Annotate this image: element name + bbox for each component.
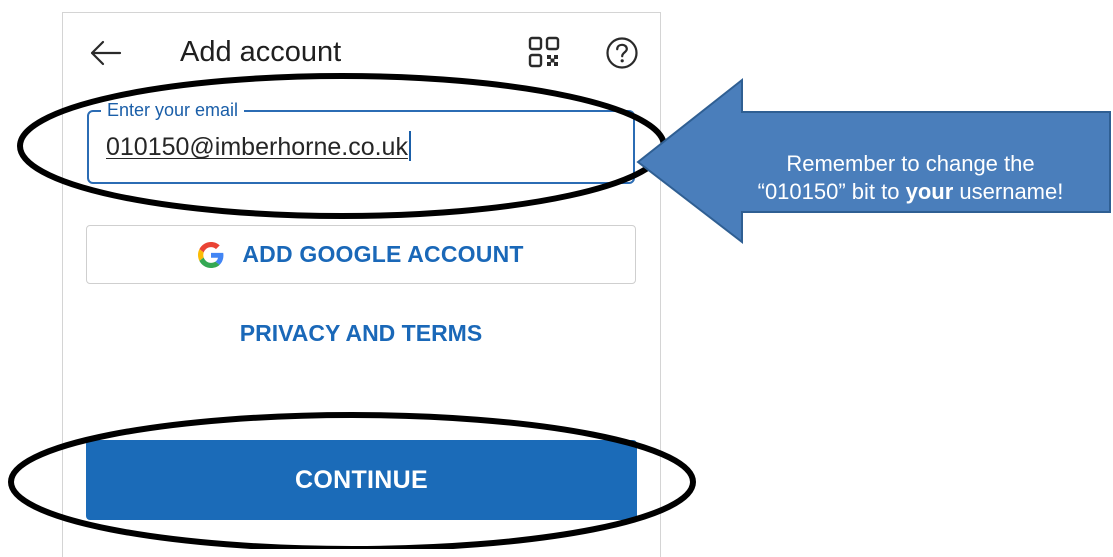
callout-emphasis: your xyxy=(905,179,954,204)
email-field-label: Enter your email xyxy=(101,99,245,121)
callout-line-2-suffix: username! xyxy=(953,179,1064,204)
privacy-and-terms-link[interactable]: PRIVACY AND TERMS xyxy=(86,320,636,347)
continue-label: CONTINUE xyxy=(295,465,428,494)
callout-line-2: “010150” bit to your username! xyxy=(718,178,1103,206)
arrow-left-icon[interactable] xyxy=(88,38,122,68)
google-g-icon xyxy=(198,241,224,268)
email-input-value[interactable]: 010150@imberhorne.co.uk xyxy=(106,131,411,163)
page-title: Add account xyxy=(180,36,342,68)
callout-text: Remember to change the “010150” bit to y… xyxy=(718,150,1103,206)
callout-line-1: Remember to change the xyxy=(786,151,1035,176)
add-google-account-button[interactable]: ADD GOOGLE ACCOUNT xyxy=(86,225,636,284)
callout-line-2-prefix: “010150” bit to xyxy=(757,179,906,204)
question-circle-icon[interactable] xyxy=(605,36,639,70)
qr-code-icon[interactable] xyxy=(528,36,560,68)
continue-button[interactable]: CONTINUE xyxy=(86,440,637,520)
add-google-account-label: ADD GOOGLE ACCOUNT xyxy=(242,241,524,267)
